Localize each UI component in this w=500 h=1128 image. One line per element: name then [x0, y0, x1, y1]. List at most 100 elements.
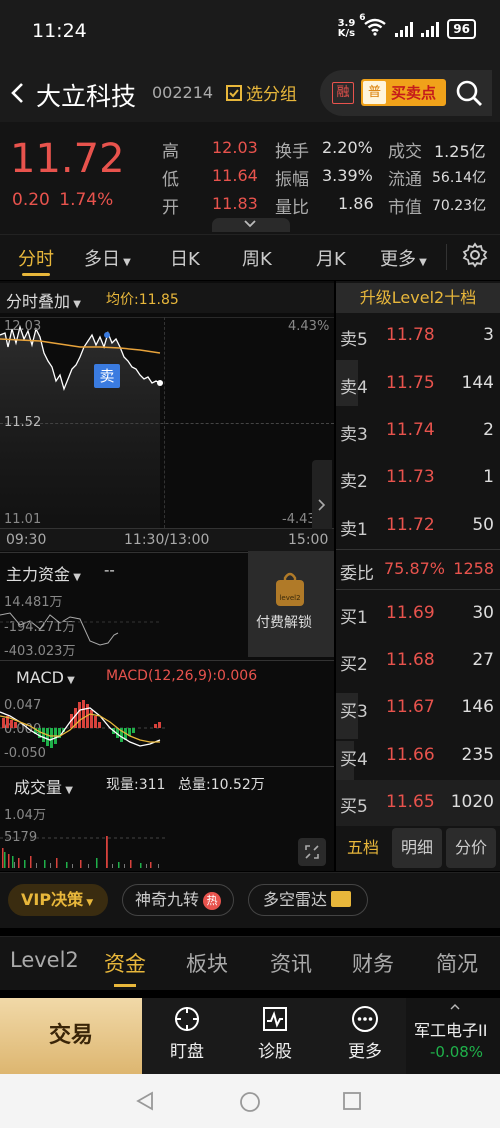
caret-down-icon: ▼	[416, 257, 427, 268]
bid-row: 买4 11.66 235	[336, 732, 500, 778]
ask-row: 卖1 11.72 50	[336, 502, 500, 548]
tab-more[interactable]: 更多 ▼	[380, 245, 427, 271]
tab-price-distribution[interactable]: 分价	[446, 828, 496, 868]
bid-row: 买1 11.69 30	[336, 590, 500, 636]
tab-news[interactable]: 资讯	[270, 948, 312, 978]
current-price: 11.72	[10, 136, 125, 182]
chevron-up-icon	[450, 1004, 460, 1010]
last-price-dot	[157, 380, 163, 386]
tab-daily-k[interactable]: 日K	[170, 245, 200, 271]
bid-price: 11.68	[386, 650, 435, 670]
tab-weekly-k[interactable]: 周K	[242, 245, 272, 271]
ratio-percent: 75.87%	[384, 559, 446, 578]
magic-nine-button[interactable]: 神奇九转热	[122, 884, 234, 916]
y-label-low: 11.01	[4, 512, 42, 527]
stat-value-amplitude: 3.39%	[322, 166, 373, 185]
tab-finance[interactable]: 财务	[352, 948, 394, 978]
tab-intraday[interactable]: 分时	[18, 245, 54, 271]
bid-row: 买5 11.65 1020	[336, 779, 500, 825]
tab-divider	[446, 244, 447, 270]
ratio-volume: 1258	[453, 559, 494, 578]
stat-value-turnover: 2.20%	[322, 138, 373, 157]
status-time: 11:24	[32, 20, 87, 42]
capital-label: 主力资金	[6, 565, 71, 584]
change-amount: 0.20	[12, 190, 50, 210]
bid-volume: 27	[472, 650, 494, 670]
ask-volume: 144	[461, 373, 494, 393]
ask-label: 卖4	[340, 378, 368, 398]
ask-volume: 1	[483, 467, 494, 487]
time-label-close: 15:00	[288, 532, 329, 548]
watch-button[interactable]: 盯盘	[152, 1005, 222, 1062]
more-button[interactable]: 更多	[330, 1005, 400, 1062]
overlay-selector[interactable]: 分时叠加 ▼	[6, 288, 81, 312]
capital-value: --	[104, 561, 115, 579]
ask-volume: 3	[483, 325, 494, 345]
search-icon[interactable]	[455, 79, 483, 107]
tab-monthly-k[interactable]: 月K	[316, 245, 346, 271]
caret-down-icon: ▼	[120, 257, 131, 268]
nav-back-icon[interactable]	[134, 1090, 156, 1112]
stat-label-high: 高	[162, 142, 179, 162]
tab-five-levels[interactable]: 五档	[338, 828, 388, 868]
stat-label-amplitude: 振幅	[275, 170, 309, 190]
tab-details[interactable]: 明细	[392, 828, 442, 868]
gear-icon[interactable]	[462, 242, 488, 268]
diagnose-button[interactable]: 诊股	[240, 1005, 310, 1062]
tab-sector[interactable]: 板块	[186, 948, 228, 978]
change-percent: 1.74%	[59, 190, 114, 210]
margin-trading-icon[interactable]: 融	[332, 82, 354, 104]
average-price-label: 均价:11.85	[106, 292, 179, 308]
tab-profile[interactable]: 简况	[436, 948, 478, 978]
nav-recents-icon[interactable]	[342, 1091, 362, 1111]
fullscreen-button[interactable]	[298, 838, 326, 866]
bid-volume: 235	[461, 745, 494, 765]
macd-selector[interactable]: MACD ▼	[16, 668, 75, 687]
volume-selector[interactable]: 成交量 ▼	[14, 774, 73, 798]
status-icons: 3.9 K/s 6 96	[337, 13, 476, 39]
add-to-group-button[interactable]: 选分组	[226, 80, 297, 105]
ask-row: 卖4 11.75 144	[336, 360, 500, 406]
radar-label: 多空雷达	[263, 890, 328, 909]
caret-down-icon: ▼	[70, 299, 81, 310]
ask-label: 卖3	[340, 425, 368, 445]
macd-params: MACD(12,26,9):0.006	[106, 668, 258, 684]
section-divider	[0, 660, 334, 661]
tab-multi-day[interactable]: 多日 ▼	[84, 245, 131, 271]
current-volume: 现量:311	[106, 774, 165, 794]
volume-y-top: 1.04万	[4, 808, 46, 823]
back-icon[interactable]	[6, 78, 30, 108]
fullscreen-icon	[305, 845, 319, 859]
stat-label-amount: 成交	[388, 142, 422, 162]
tab-level2[interactable]: Level2	[10, 948, 79, 972]
tab-capital[interactable]: 资金	[104, 948, 146, 978]
bid-price: 11.67	[386, 697, 435, 717]
bull-bear-radar-button[interactable]: 多空雷达	[248, 884, 368, 916]
pct-label-high: 4.43%	[288, 319, 330, 334]
buy-sell-points-button[interactable]: 普 买卖点	[361, 79, 446, 106]
upgrade-level2-button[interactable]: 升级Level2十档	[336, 283, 500, 313]
ask-price: 11.75	[386, 373, 435, 393]
current-volume-text: 现量:311	[106, 777, 166, 793]
unlock-label[interactable]: 付费解锁	[256, 612, 312, 632]
sell-marker[interactable]: 卖	[94, 364, 120, 388]
chevron-down-icon[interactable]	[238, 217, 262, 231]
ask-price: 11.78	[386, 325, 435, 345]
stock-code: 002214	[152, 83, 214, 102]
y-label-high: 12.03	[4, 319, 42, 334]
volume-chart	[0, 836, 165, 868]
diagnose-label: 诊股	[258, 1042, 292, 1062]
nav-home-icon[interactable]	[238, 1090, 262, 1114]
ask-volume: 2	[483, 420, 494, 440]
capital-selector[interactable]: 主力资金 ▼	[6, 561, 81, 585]
bid-label: 买4	[340, 750, 368, 770]
ask-label: 卖2	[340, 472, 368, 492]
add-to-group-label: 选分组	[246, 85, 297, 105]
chevron-right-icon[interactable]	[316, 498, 328, 512]
vip-decision-button[interactable]: VIP决策 ▼	[8, 884, 108, 916]
bid-price: 11.66	[386, 745, 435, 765]
trade-button[interactable]: 交易	[0, 998, 142, 1074]
vip-label: VIP决策	[21, 890, 84, 909]
bid-volume: 146	[461, 697, 494, 717]
net-unit: K/s	[337, 27, 356, 39]
